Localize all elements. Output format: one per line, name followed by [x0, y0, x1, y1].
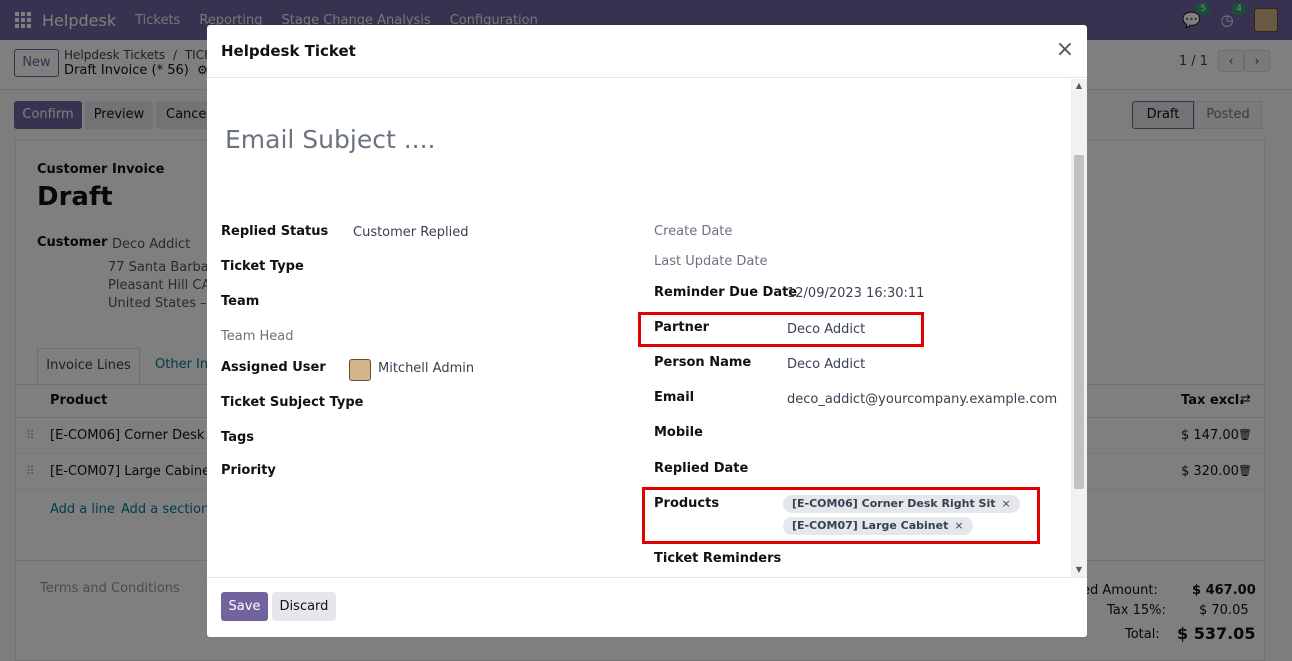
- dialog-footer: Save Discard: [207, 577, 1087, 637]
- scroll-up-icon[interactable]: ▲: [1071, 81, 1087, 91]
- discard-button[interactable]: Discard: [272, 592, 336, 621]
- mobile-label: Mobile: [654, 425, 703, 440]
- close-icon[interactable]: ×: [1055, 39, 1075, 61]
- reminder-due-date-label: Reminder Due Date: [654, 285, 798, 300]
- replied-date-label: Replied Date: [654, 461, 749, 476]
- ticket-subject-type-label: Ticket Subject Type: [221, 395, 364, 410]
- dialog-header: Helpdesk Ticket ×: [207, 25, 1087, 78]
- tag-remove-icon[interactable]: ×: [1002, 497, 1011, 510]
- product-tag-label: [E-COM07] Large Cabinet: [792, 519, 949, 532]
- partner-label: Partner: [654, 320, 710, 335]
- email-value[interactable]: deco_addict@yourcompany.example.com: [787, 392, 1057, 407]
- product-tag: [E-COM06] Corner Desk Right Sit ×: [783, 495, 1020, 513]
- tags-label: Tags: [221, 430, 255, 445]
- priority-label: Priority: [221, 463, 276, 478]
- dialog-scrollbar[interactable]: ▲ ▼: [1071, 79, 1087, 577]
- email-label: Email: [654, 390, 695, 405]
- person-name-value[interactable]: Deco Addict: [787, 357, 865, 372]
- assigned-user-value[interactable]: Mitchell Admin: [378, 361, 474, 376]
- helpdesk-ticket-dialog: Helpdesk Ticket × Email Subject .... Rep…: [207, 25, 1087, 637]
- ticket-type-label: Ticket Type: [221, 259, 304, 274]
- scroll-down-icon[interactable]: ▼: [1071, 565, 1087, 575]
- products-label: Products: [654, 496, 720, 511]
- create-date-label: Create Date: [654, 224, 733, 239]
- replied-status-label: Replied Status: [221, 224, 329, 239]
- ticket-reminders-label: Ticket Reminders: [654, 551, 782, 566]
- replied-status-value[interactable]: Customer Replied: [353, 225, 468, 240]
- reminder-due-date-value[interactable]: 12/09/2023 16:30:11: [787, 286, 924, 301]
- dialog-title: Helpdesk Ticket: [221, 42, 356, 60]
- email-subject-input[interactable]: Email Subject ....: [225, 125, 436, 154]
- product-tag: [E-COM07] Large Cabinet ×: [783, 517, 973, 535]
- last-update-date-label: Last Update Date: [654, 254, 768, 269]
- save-button[interactable]: Save: [221, 592, 268, 621]
- assigned-user-label: Assigned User: [221, 360, 326, 375]
- scrollbar-thumb[interactable]: [1074, 155, 1084, 489]
- person-name-label: Person Name: [654, 355, 752, 370]
- partner-value[interactable]: Deco Addict: [787, 322, 865, 337]
- team-label: Team: [221, 294, 260, 309]
- dialog-body: Email Subject .... Replied Status Custom…: [207, 79, 1087, 577]
- tag-remove-icon[interactable]: ×: [954, 519, 963, 532]
- assigned-user-avatar: [349, 359, 371, 381]
- team-head-label: Team Head: [221, 329, 294, 344]
- product-tag-label: [E-COM06] Corner Desk Right Sit: [792, 497, 996, 510]
